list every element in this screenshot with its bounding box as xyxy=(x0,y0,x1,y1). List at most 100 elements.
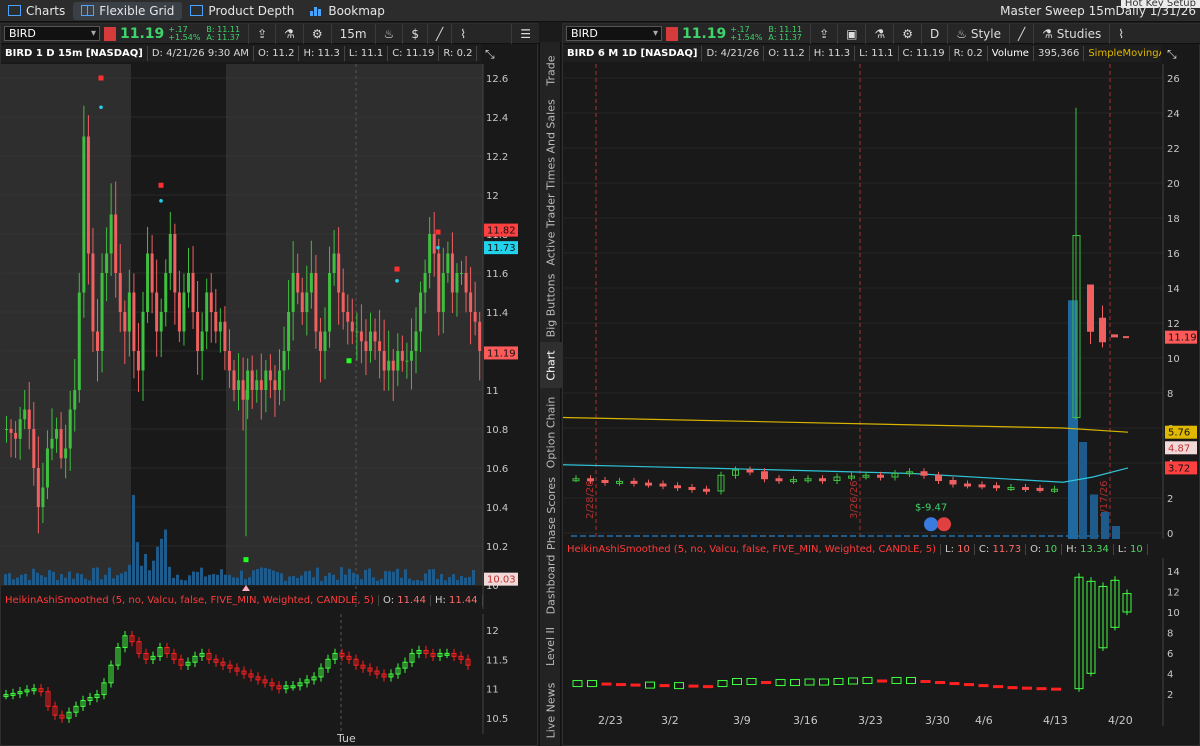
candle-body xyxy=(123,312,127,332)
timeframe-button[interactable]: 15m xyxy=(330,23,375,44)
candle-body xyxy=(150,253,154,293)
candle-body xyxy=(9,429,13,433)
symbol-selector[interactable]: BIRD xyxy=(4,26,100,41)
volume-bar xyxy=(340,567,343,585)
volume-bar xyxy=(1048,535,1054,537)
symbol-selector[interactable]: BIRD xyxy=(566,26,662,41)
side-tab-live-news[interactable]: Live News xyxy=(540,674,562,746)
volume-bar xyxy=(92,567,95,585)
zoom-icon[interactable]: ⤡ xyxy=(1167,47,1177,62)
candle-body xyxy=(601,480,609,483)
more-button[interactable]: ... xyxy=(477,46,481,61)
timeframe-button[interactable]: D xyxy=(921,23,947,44)
price-change: +.17 +1.54% xyxy=(168,25,200,42)
style-icon[interactable]: ♨ xyxy=(374,23,403,44)
volume-bar xyxy=(634,535,640,537)
candle-body xyxy=(1022,487,1029,490)
gear-icon[interactable]: ⚙ xyxy=(302,23,331,44)
volume-bar xyxy=(1039,535,1045,537)
right-price-chart[interactable]: 262422201816141210864202/28/263/26/264/1… xyxy=(563,64,1199,539)
volume-bar xyxy=(388,571,391,585)
flag-icon[interactable] xyxy=(666,26,678,41)
price-label: 11.73 xyxy=(487,243,516,254)
nav-product-depth[interactable]: Product Depth xyxy=(182,0,302,22)
volume-bar xyxy=(436,578,439,585)
volume-bar xyxy=(240,570,243,585)
volume-bar xyxy=(40,575,43,585)
nav-flexible-grid[interactable]: Flexible Grid xyxy=(73,1,183,20)
side-tab-times-and-sales[interactable]: Times And Sales xyxy=(540,98,562,190)
candle-body xyxy=(227,351,231,371)
side-tab-active-trader[interactable]: Active Trader xyxy=(540,190,562,268)
dollar-icon[interactable]: $ xyxy=(402,23,427,44)
volume-bar xyxy=(300,575,303,585)
volume-bar xyxy=(940,535,946,537)
side-tab-level-ii[interactable]: Level II xyxy=(540,618,562,674)
indicator-tick: 10 xyxy=(1167,608,1180,619)
indicator-low: L: 10 xyxy=(941,543,975,555)
right-indicator-chart[interactable]: 14 12 10 8 6 4 2 2/23 3/2 3/9 3/16 3/23 3/30 4/6 4/13 4… xyxy=(563,558,1199,726)
volume-bar xyxy=(396,568,399,585)
pattern-icon[interactable]: ⌇ xyxy=(1109,23,1132,44)
sma-label[interactable]: SimpleMovingAvg ... xyxy=(1084,46,1161,61)
volume-bar xyxy=(1012,535,1018,537)
left-price-chart[interactable]: 12.612.412.21211.811.611.411.21110.810.6… xyxy=(1,64,537,609)
candle-body xyxy=(587,478,594,482)
price-tick: 2 xyxy=(1167,494,1173,505)
candle-body xyxy=(455,273,459,293)
volume-bar xyxy=(252,570,255,585)
volume-bar xyxy=(208,574,211,585)
volume-bar xyxy=(1057,535,1063,537)
bar-open: O: 11.2 xyxy=(254,46,300,61)
price-tick: 12.4 xyxy=(486,113,508,124)
volume-bar xyxy=(392,571,395,585)
share-icon[interactable]: ⇪ xyxy=(810,23,837,44)
price-label: 3.72 xyxy=(1168,463,1190,474)
flask-icon[interactable]: ⚗ xyxy=(865,23,893,44)
side-tab-option-chain[interactable]: Option Chain xyxy=(540,388,562,476)
style-button[interactable]: ♨ Style xyxy=(947,23,1009,44)
ha-candle xyxy=(1007,686,1018,690)
volume-bar xyxy=(248,577,251,585)
candle-body xyxy=(391,360,395,371)
left-indicator-chart[interactable]: 12 11.5 11 10.5 xyxy=(1,614,537,734)
side-tab-phase-scores[interactable]: Phase Scores xyxy=(540,476,562,550)
h-prefix: H: xyxy=(1066,543,1077,555)
pattern-icon[interactable]: ⌇ xyxy=(451,23,474,44)
volume-bar xyxy=(152,560,155,585)
candle-body xyxy=(920,471,928,476)
gear-icon[interactable]: ⚙ xyxy=(893,23,921,44)
last-price: 11.19 xyxy=(120,25,165,42)
share-icon[interactable]: ⇪ xyxy=(248,23,275,44)
studies-button[interactable]: ⚗ Studies xyxy=(1033,23,1109,44)
volume-bar xyxy=(1090,494,1098,539)
draw-icon[interactable]: ╱ xyxy=(427,23,451,44)
flag-icon[interactable] xyxy=(104,26,116,41)
volume-bar xyxy=(360,579,363,585)
zoom-icon[interactable]: ⤡ xyxy=(485,47,495,62)
candle-body xyxy=(359,331,363,342)
side-tab-chart[interactable]: Chart xyxy=(540,342,562,388)
candle-body xyxy=(118,273,122,312)
arrow-icon xyxy=(242,585,250,591)
draw-icon[interactable]: ╱ xyxy=(1008,23,1033,44)
nav-charts[interactable]: Charts xyxy=(0,0,73,22)
nav-bookmap[interactable]: Bookmap xyxy=(302,0,393,22)
screen-icon[interactable]: ▣ xyxy=(837,23,865,44)
indicator-tick: 14 xyxy=(1167,567,1180,578)
side-tab-trade[interactable]: Trade xyxy=(540,42,562,98)
workspace-name[interactable]: Master Sweep 15mDaily 1/31/26 xyxy=(1000,4,1196,18)
side-tab-big-buttons[interactable]: Big Buttons xyxy=(540,268,562,342)
ha-candle xyxy=(935,681,945,685)
flask-icon: ⚗ xyxy=(1042,26,1057,41)
candle-body xyxy=(478,321,482,351)
menu-icon[interactable]: ☰ xyxy=(511,23,539,44)
flask-icon[interactable]: ⚗ xyxy=(275,23,303,44)
candle-body xyxy=(441,273,445,312)
side-tab-dashboard[interactable]: Dashboard xyxy=(540,550,562,618)
ha-candle xyxy=(993,685,1003,689)
volume-bar xyxy=(931,535,937,537)
right-toolbar: BIRD 11.19 +.17+1.54% B: 11.11A: 11.37 ⇪… xyxy=(563,23,1200,44)
volume-bar xyxy=(276,572,279,585)
candle-body xyxy=(45,448,49,488)
